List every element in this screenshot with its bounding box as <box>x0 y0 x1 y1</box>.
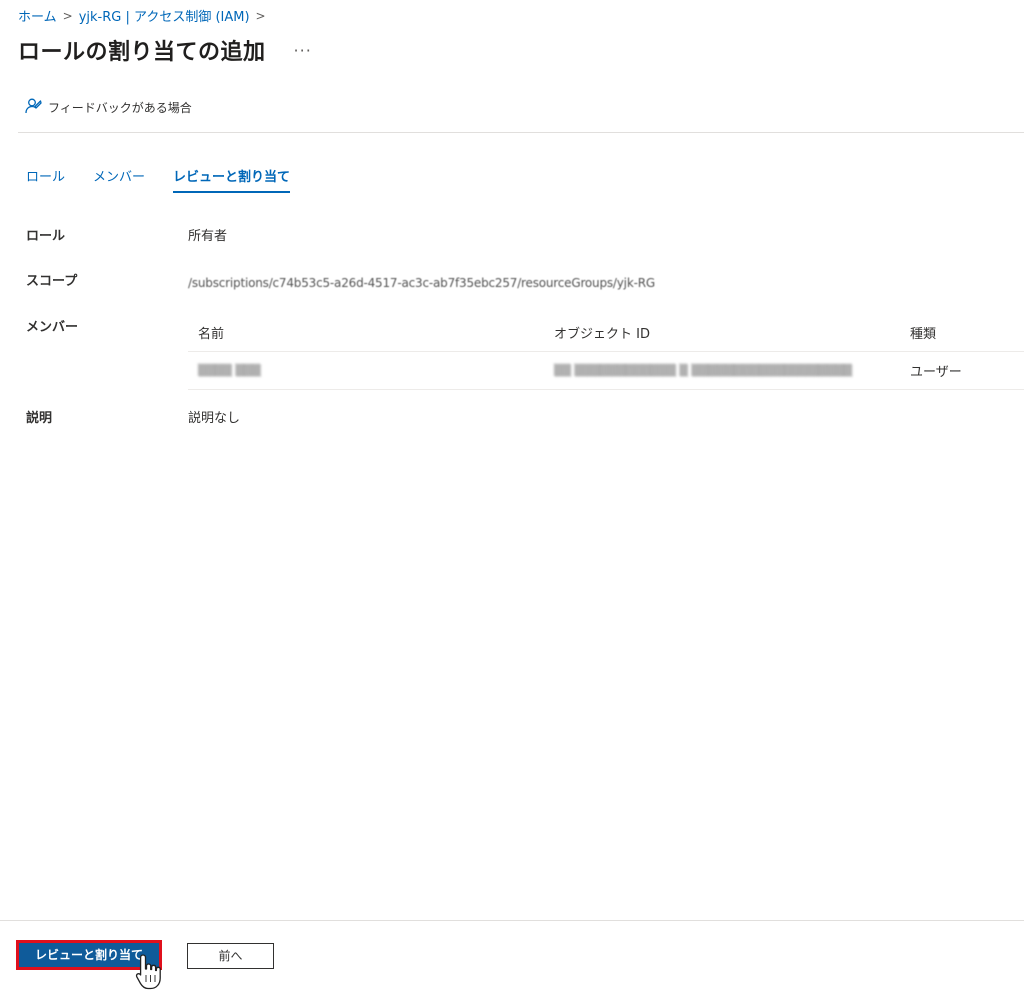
table-row: ▒▒▒▒ ▒▒▒ ▒▒ ▒▒▒▒▒▒▒▒▒▒▒▒ ▒ ▒▒▒▒▒▒▒▒▒▒▒▒▒… <box>188 351 1024 390</box>
page: ホーム > yjk-RG | アクセス制御 (IAM) > ロールの割り当ての追… <box>0 0 1024 993</box>
breadcrumb-separator-icon: > <box>255 8 266 23</box>
tab-members[interactable]: メンバー <box>93 160 145 193</box>
command-bar: フィードバックがある場合 <box>18 97 1024 133</box>
more-options-button[interactable]: ··· <box>294 41 312 60</box>
breadcrumb-separator-icon: > <box>62 8 73 23</box>
members-table-header: 名前 オブジェクト ID 種類 <box>188 314 1024 352</box>
breadcrumb-resource-group-iam[interactable]: yjk-RG | アクセス制御 (IAM) <box>79 6 250 25</box>
feedback-button[interactable]: フィードバックがある場合 <box>24 97 192 118</box>
scope-label: スコープ <box>26 274 78 289</box>
member-type: ユーザー <box>900 351 1024 390</box>
role-value: 所有者 <box>188 229 228 244</box>
tab-role[interactable]: ロール <box>26 160 65 193</box>
member-object-id: ▒▒ ▒▒▒▒▒▒▒▒▒▒▒▒ ▒ ▒▒▒▒▒▒▒▒▒▒▒▒▒▒▒▒▒▒▒ <box>544 351 900 390</box>
hand-cursor-icon <box>135 954 161 990</box>
breadcrumb: ホーム > yjk-RG | アクセス制御 (IAM) > <box>18 6 266 26</box>
page-title: ロールの割り当ての追加 <box>18 40 266 65</box>
description-label: 説明 <box>26 411 53 426</box>
column-header-object-id: オブジェクト ID <box>544 314 900 352</box>
breadcrumb-home[interactable]: ホーム <box>18 6 57 25</box>
feedback-icon <box>24 97 42 118</box>
title-row: ロールの割り当ての追加 ··· <box>18 34 312 66</box>
role-label: ロール <box>26 229 66 244</box>
column-header-name: 名前 <box>188 314 544 352</box>
column-header-type: 種類 <box>900 314 1024 352</box>
scope-value: /subscriptions/c74b53c5-a26d-4517-ac3c-a… <box>188 276 655 290</box>
previous-button[interactable]: 前へ <box>187 943 274 969</box>
members-label: メンバー <box>26 320 79 335</box>
tab-review-assign[interactable]: レビューと割り当て <box>173 160 291 193</box>
description-value: 説明なし <box>188 411 241 426</box>
member-name: ▒▒▒▒ ▒▒▒ <box>188 351 544 390</box>
members-table: 名前 オブジェクト ID 種類 ▒▒▒▒ ▒▒▒ ▒▒ ▒▒▒▒▒▒▒▒▒▒▒▒… <box>188 314 1024 390</box>
feedback-label: フィードバックがある場合 <box>48 101 192 115</box>
wizard-tabs: ロール メンバー レビューと割り当て <box>26 160 318 193</box>
